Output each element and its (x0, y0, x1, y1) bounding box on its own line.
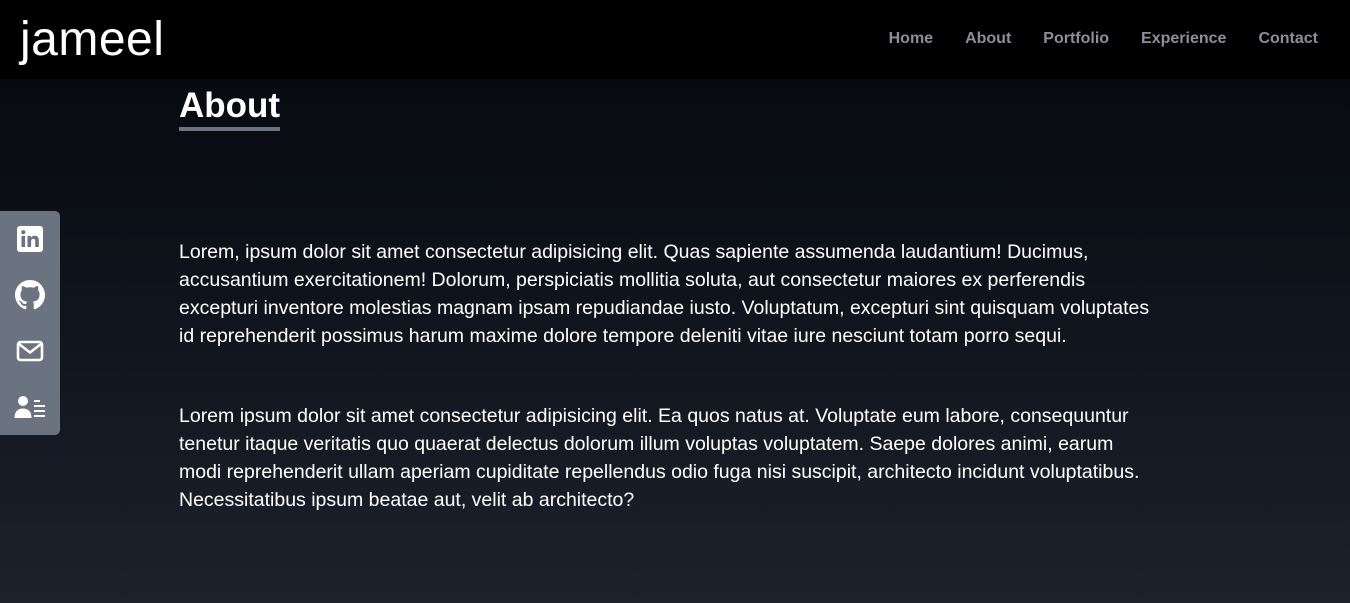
navbar: jameel Home About Portfolio Experience C… (0, 0, 1350, 79)
resume-icon (14, 396, 45, 418)
about-paragraph-1: Lorem, ipsum dolor sit amet consectetur … (179, 241, 1150, 347)
nav-item-portfolio: Portfolio (1043, 29, 1109, 49)
nav-link-experience[interactable]: Experience (1141, 30, 1226, 47)
github-link[interactable] (0, 267, 60, 323)
about-paragraph-2: Lorem ipsum dolor sit amet consectetur a… (179, 405, 1140, 511)
nav-link-about[interactable]: About (965, 30, 1011, 47)
resume-link[interactable] (0, 379, 60, 435)
mail-link[interactable] (0, 323, 60, 379)
nav-link-portfolio[interactable]: Portfolio (1043, 30, 1109, 47)
about-section: About Lorem, ipsum dolor sit amet consec… (179, 85, 1159, 511)
nav-item-about: About (965, 29, 1011, 49)
social-sidebar (0, 211, 60, 435)
linkedin-link[interactable] (0, 211, 60, 267)
mail-icon (16, 340, 44, 362)
nav-link-contact[interactable]: Contact (1258, 30, 1318, 47)
nav-item-experience: Experience (1141, 29, 1226, 49)
section-title: About (179, 85, 281, 131)
nav-links: Home About Portfolio Experience Contact (889, 29, 1318, 49)
nav-link-home[interactable]: Home (889, 30, 933, 47)
brand-logo[interactable]: jameel (20, 10, 164, 70)
linkedin-icon (17, 226, 43, 252)
github-icon (15, 280, 45, 310)
nav-item-contact: Contact (1258, 29, 1318, 49)
nav-item-home: Home (889, 29, 933, 49)
